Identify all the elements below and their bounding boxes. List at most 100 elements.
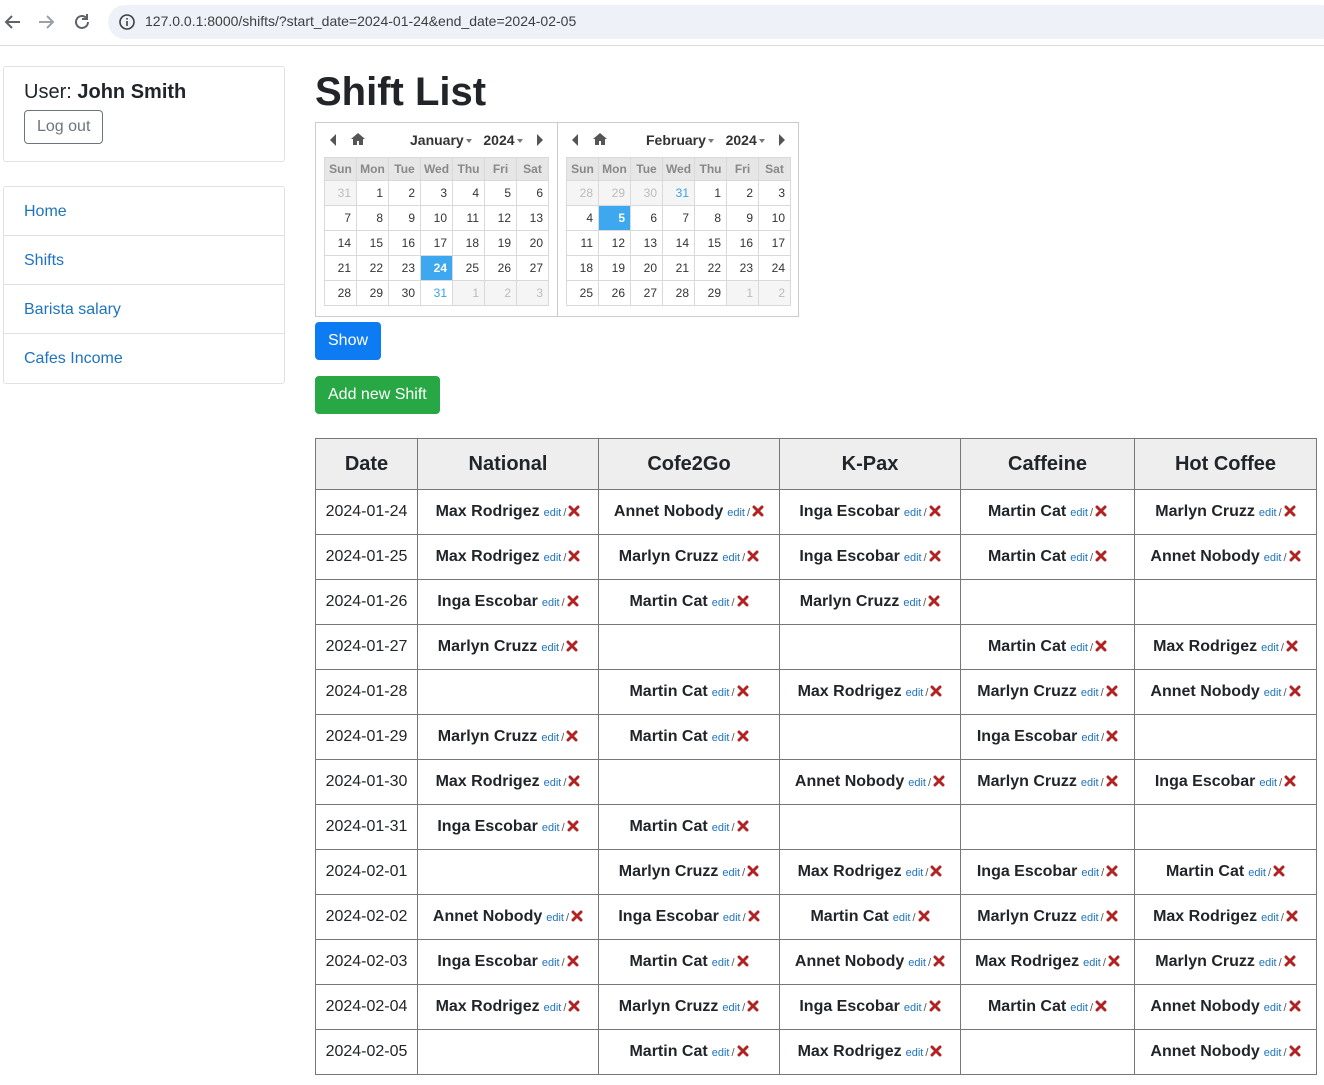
calendar-day[interactable]: 14 [662,230,695,256]
edit-link[interactable]: edit [544,777,562,789]
sidebar-item-cafes-income[interactable]: Cafes Income [4,334,284,383]
calendar-day[interactable]: 1 [356,180,389,206]
calendar-day[interactable]: 24 [758,255,791,281]
edit-link[interactable]: edit [541,642,559,654]
calendar-day[interactable]: 20 [516,230,549,256]
calendar-day[interactable]: 13 [630,230,663,256]
edit-link[interactable]: edit [1070,552,1088,564]
edit-link[interactable]: edit [722,1002,740,1014]
calendar-day[interactable]: 31 [420,280,453,306]
edit-link[interactable]: edit [542,597,560,609]
edit-link[interactable]: edit [723,912,741,924]
calendar-day[interactable]: 2 [726,180,759,206]
edit-link[interactable]: edit [722,552,740,564]
edit-link[interactable]: edit [1264,552,1282,564]
calendar-day[interactable]: 20 [630,255,663,281]
calendar-day[interactable]: 7 [324,205,357,231]
delete-icon[interactable] [568,999,580,1017]
edit-link[interactable]: edit [1259,777,1277,789]
home-icon[interactable] [350,132,366,151]
edit-link[interactable]: edit [1261,642,1279,654]
calendar-day[interactable]: 7 [662,205,695,231]
calendar-day[interactable]: 15 [356,230,389,256]
calendar-day[interactable]: 12 [598,230,631,256]
edit-link[interactable]: edit [712,1047,730,1059]
calendar-day[interactable]: 4 [566,205,599,231]
site-info-icon[interactable] [118,13,136,31]
calendar-day[interactable]: 2 [484,280,517,306]
calendar-day[interactable]: 19 [484,230,517,256]
delete-icon[interactable] [928,594,940,612]
delete-icon[interactable] [568,774,580,792]
edit-link[interactable]: edit [542,822,560,834]
next-month-icon[interactable] [535,133,545,152]
calendar-day[interactable]: 9 [388,205,421,231]
edit-link[interactable]: edit [906,687,924,699]
delete-icon[interactable] [571,909,583,927]
calendar-day[interactable]: 11 [452,205,485,231]
delete-icon[interactable] [1095,549,1107,567]
calendar-day[interactable]: 31 [662,180,695,206]
calendar-day[interactable]: 8 [356,205,389,231]
edit-link[interactable]: edit [544,1002,562,1014]
calendar-day[interactable]: 3 [516,280,549,306]
calendar-day[interactable]: 1 [452,280,485,306]
edit-link[interactable]: edit [908,957,926,969]
edit-link[interactable]: edit [1081,777,1099,789]
edit-link[interactable]: edit [1264,687,1282,699]
delete-icon[interactable] [930,864,942,882]
delete-icon[interactable] [1284,954,1296,972]
calendar-day[interactable]: 27 [516,255,549,281]
calendar-day[interactable]: 19 [598,255,631,281]
calendar-day[interactable]: 28 [324,280,357,306]
calendar-day[interactable]: 18 [566,255,599,281]
delete-icon[interactable] [747,549,759,567]
back-arrow-icon[interactable] [2,11,24,33]
edit-link[interactable]: edit [712,957,730,969]
edit-link[interactable]: edit [904,552,922,564]
calendar-day[interactable]: 3 [420,180,453,206]
sidebar-item-home[interactable]: Home [4,187,284,236]
delete-icon[interactable] [1095,999,1107,1017]
calendar-day[interactable]: 26 [598,280,631,306]
edit-link[interactable]: edit [544,507,562,519]
reload-icon[interactable] [71,11,93,33]
delete-icon[interactable] [1095,639,1107,657]
edit-link[interactable]: edit [712,687,730,699]
show-button[interactable]: Show [315,322,382,360]
edit-link[interactable]: edit [908,777,926,789]
edit-link[interactable]: edit [712,732,730,744]
delete-icon[interactable] [1273,864,1285,882]
delete-icon[interactable] [567,954,579,972]
edit-link[interactable]: edit [1259,507,1277,519]
add-shift-button[interactable]: Add new Shift [315,376,440,414]
sidebar-item-shifts[interactable]: Shifts [4,236,284,285]
delete-icon[interactable] [1106,774,1118,792]
edit-link[interactable]: edit [542,957,560,969]
delete-icon[interactable] [747,999,759,1017]
delete-icon[interactable] [737,594,749,612]
delete-icon[interactable] [1289,684,1301,702]
calendar-day[interactable]: 18 [452,230,485,256]
delete-icon[interactable] [737,684,749,702]
prev-month-icon[interactable] [328,133,338,152]
edit-link[interactable]: edit [1264,1047,1282,1059]
delete-icon[interactable] [567,819,579,837]
delete-icon[interactable] [737,954,749,972]
delete-icon[interactable] [929,504,941,522]
delete-icon[interactable] [748,909,760,927]
calendar-day-selected[interactable]: 5 [598,205,631,231]
edit-link[interactable]: edit [1070,1002,1088,1014]
delete-icon[interactable] [930,1044,942,1062]
calendar-day[interactable]: 30 [630,180,663,206]
delete-icon[interactable] [737,1044,749,1062]
edit-link[interactable]: edit [1261,912,1279,924]
delete-icon[interactable] [929,549,941,567]
calendar-day[interactable]: 9 [726,205,759,231]
edit-link[interactable]: edit [906,1047,924,1059]
delete-icon[interactable] [1106,909,1118,927]
calendar-day[interactable]: 27 [630,280,663,306]
edit-link[interactable]: edit [541,732,559,744]
prev-month-icon[interactable] [570,133,580,152]
edit-link[interactable]: edit [544,552,562,564]
